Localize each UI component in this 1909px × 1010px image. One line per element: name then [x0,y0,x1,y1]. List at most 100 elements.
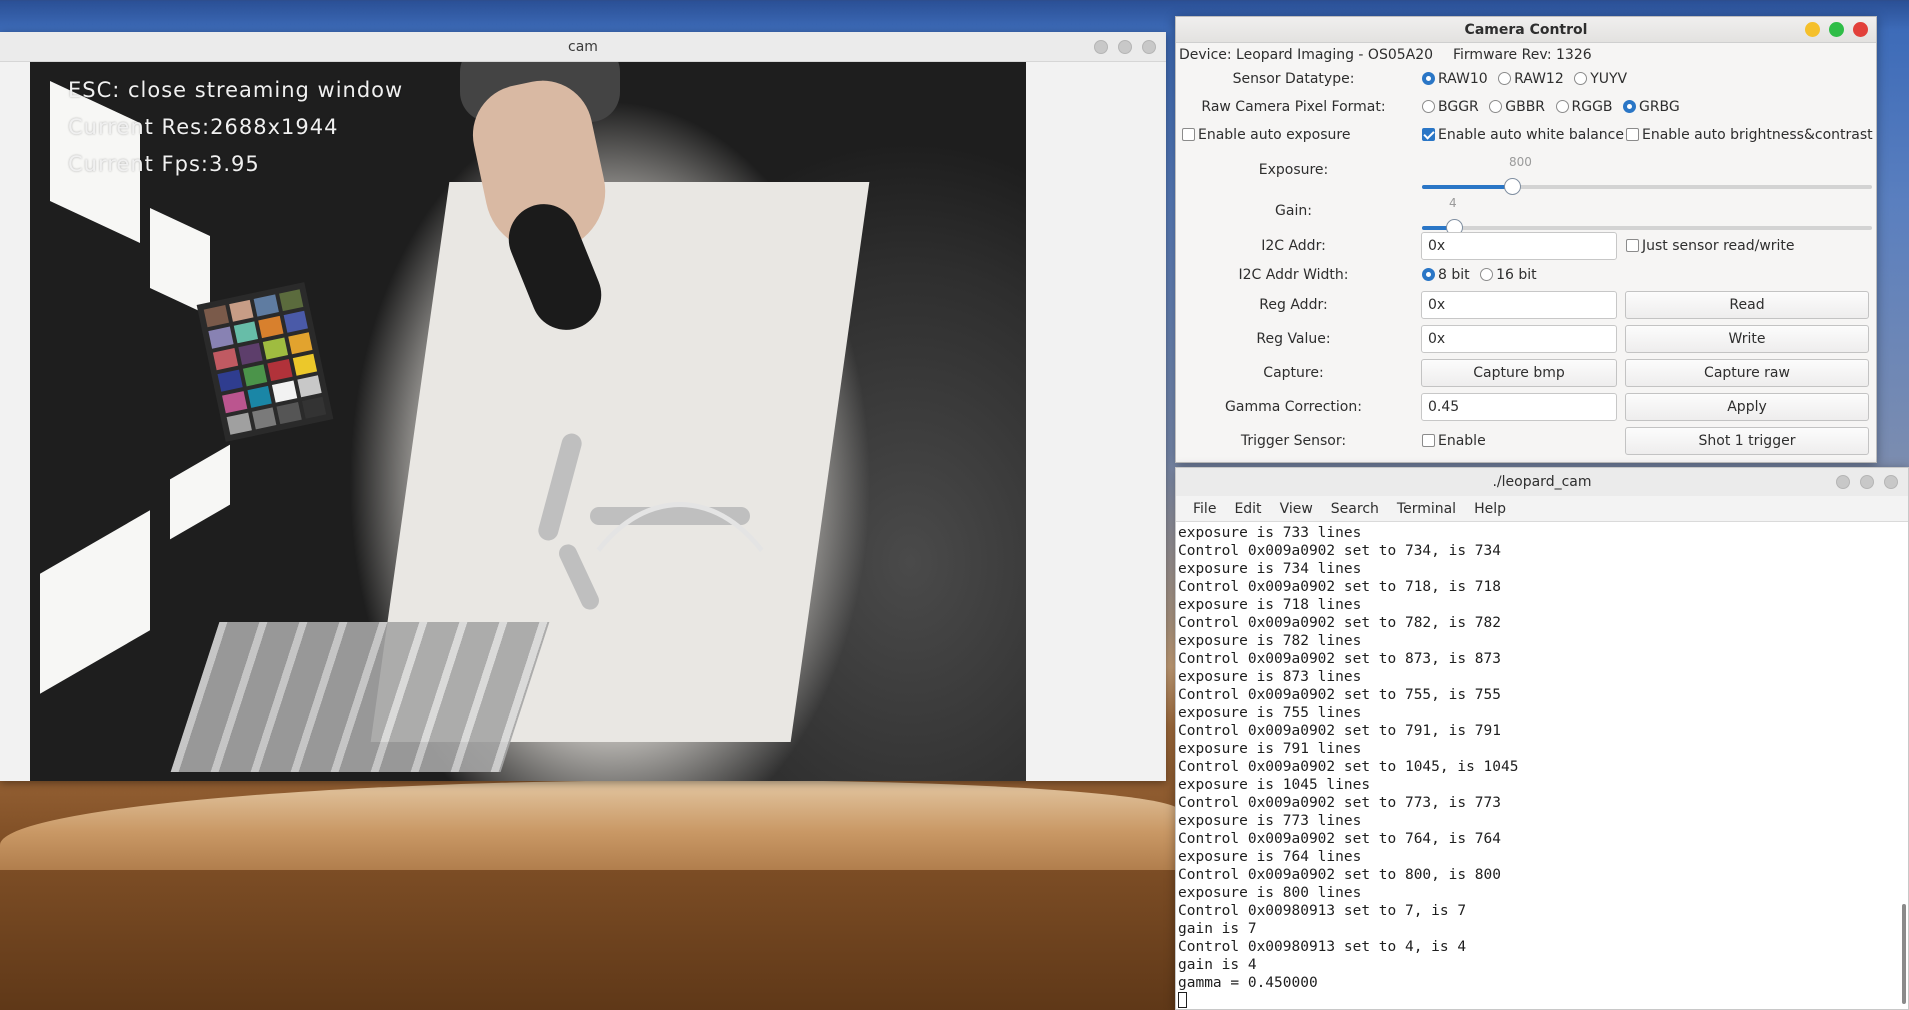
terminal-line: Control 0x009a0902 set to 800, is 800 [1178,867,1502,883]
radio-rggb[interactable]: RGGB [1555,99,1613,115]
radio-label: RAW12 [1514,71,1564,87]
radio-8bit[interactable]: 8 bit [1422,267,1470,283]
radio-grbg[interactable]: GRBG [1622,99,1680,115]
terminal-title: ./leopard_cam [1492,474,1592,490]
reg-addr-input[interactable]: 0x [1421,291,1617,319]
terminal-prompt[interactable] [1178,992,1898,1009]
radio-indicator [1422,100,1435,113]
radio-16bit[interactable]: 16 bit [1480,267,1537,283]
radio-indicator [1480,268,1494,281]
menu-help[interactable]: Help [1465,496,1515,522]
write-button[interactable]: Write [1625,325,1869,353]
just-sensor-checkbox[interactable]: Just sensor read/write [1626,238,1795,254]
close-button[interactable] [1142,40,1156,54]
terminal-line: exposure is 782 lines [1178,633,1362,649]
terminal-line: Control 0x009a0902 set to 734, is 734 [1178,543,1502,559]
gamma-label: Gamma Correction: [1225,399,1362,415]
exposure-slider-handle[interactable] [1504,178,1521,195]
overlay-fps: Current Fps:3.95 [68,152,260,176]
exposure-slider[interactable] [1422,178,1872,195]
terminal-line: Control 0x009a0902 set to 755, is 755 [1178,687,1502,703]
radio-bggr[interactable]: BGGR [1422,99,1479,115]
trigger-label: Trigger Sensor: [1240,433,1347,449]
terminal-window: ./leopard_cam File Edit View Search Term… [1175,467,1909,1010]
checkbox-indicator [1422,128,1435,141]
trigger-enable-checkbox[interactable]: Enable [1422,433,1486,449]
menu-edit[interactable]: Edit [1225,496,1270,522]
checkbox-label: Enable auto white balance [1438,127,1624,143]
menu-search[interactable]: Search [1322,496,1388,522]
reg-value-label: Reg Value: [1256,331,1331,347]
camera-control-titlebar[interactable]: Camera Control [1176,17,1876,43]
capture-raw-button[interactable]: Capture raw [1625,359,1869,387]
terminal-line: exposure is 755 lines [1178,705,1362,721]
maximize-button[interactable] [1118,40,1132,54]
terminal-line: exposure is 764 lines [1178,849,1362,865]
radio-raw10[interactable]: RAW10 [1422,71,1488,87]
radio-gbbr[interactable]: GBBR [1489,99,1545,115]
radio-yuyv[interactable]: YUYV [1574,71,1627,87]
radio-label: GRBG [1638,99,1680,115]
radio-raw12[interactable]: RAW12 [1498,71,1564,87]
close-button[interactable] [1853,22,1868,37]
minimize-button[interactable] [1805,22,1820,37]
pixel-format-label: Raw Camera Pixel Format: [1201,99,1386,115]
terminal-line: exposure is 773 lines [1178,813,1362,829]
exposure-value: 800 [1509,155,1532,169]
checkbox-label: Enable [1438,433,1486,449]
terminal-line: Control 0x009a0902 set to 1045, is 1045 [1178,759,1519,775]
checkbox-label: Enable auto brightness&contrast [1642,127,1873,143]
terminal-menubar: File Edit View Search Terminal Help [1176,496,1908,522]
cam-titlebar[interactable]: cam [0,32,1166,62]
terminal-scrollbar[interactable] [1902,904,1906,1004]
terminal-titlebar[interactable]: ./leopard_cam [1176,468,1908,496]
apply-button[interactable]: Apply [1625,393,1869,421]
pixel-format-group: BGGR GBBR RGGB GRBG [1422,99,1686,115]
minimize-button[interactable] [1836,475,1850,489]
terminal-line: Control 0x00980913 set to 4, is 4 [1178,939,1467,955]
radio-label: BGGR [1438,99,1479,115]
gamma-input[interactable]: 0.45 [1421,393,1617,421]
storage-rack [170,622,550,772]
auto-exposure-checkbox[interactable]: Enable auto exposure [1182,127,1350,143]
checkbox-indicator [1626,239,1639,252]
close-button[interactable] [1884,475,1898,489]
gain-slider[interactable] [1422,219,1872,236]
terminal-line: Control 0x009a0902 set to 782, is 782 [1178,615,1502,631]
overlay-esc-hint: ESC: close streaming window [68,78,404,102]
auto-brightness-checkbox[interactable]: Enable auto brightness&contrast [1626,127,1873,143]
terminal-line: gain is 7 [1178,921,1257,937]
firmware-rev: Firmware Rev: 1326 [1453,47,1592,63]
terminal-line: Control 0x009a0902 set to 773, is 773 [1178,795,1502,811]
ceiling-light [150,208,210,316]
reg-value-input[interactable]: 0x [1421,325,1617,353]
device-name: Device: Leopard Imaging - OS05A20 [1179,47,1434,63]
menu-file[interactable]: File [1184,496,1225,522]
radio-label: 8 bit [1438,267,1470,283]
menu-terminal[interactable]: Terminal [1388,496,1465,522]
camera-control-title: Camera Control [1464,22,1588,38]
capture-bmp-button[interactable]: Capture bmp [1421,359,1617,387]
terminal-line: Control 0x009a0902 set to 791, is 791 [1178,723,1502,739]
menu-view[interactable]: View [1271,496,1322,522]
checkbox-indicator [1182,128,1195,141]
terminal-line: exposure is 733 lines [1178,525,1362,541]
maximize-button[interactable] [1860,475,1874,489]
cam-window-controls [1094,40,1156,54]
terminal-output[interactable]: exposure is 733 lines Control 0x009a0902 … [1176,524,1898,1009]
radio-label: GBBR [1505,99,1546,115]
i2c-addr-input[interactable]: 0x [1421,232,1617,260]
shot-trigger-button[interactable]: Shot 1 trigger [1625,427,1869,455]
minimize-button[interactable] [1094,40,1108,54]
maximize-button[interactable] [1829,22,1844,37]
terminal-line: gamma = 0.450000 [1178,975,1318,991]
radio-indicator [1489,100,1503,113]
auto-white-balance-checkbox[interactable]: Enable auto white balance [1422,127,1624,143]
read-button[interactable]: Read [1625,291,1869,319]
radio-indicator [1622,100,1636,113]
gain-value: 4 [1449,196,1457,210]
overlay-resolution: Current Res:2688x1944 [68,115,339,139]
terminal-line: Control 0x00980913 set to 7, is 7 [1178,903,1467,919]
terminal-line: exposure is 1045 lines [1178,777,1371,793]
terminal-line: Control 0x009a0902 set to 873, is 873 [1178,651,1502,667]
